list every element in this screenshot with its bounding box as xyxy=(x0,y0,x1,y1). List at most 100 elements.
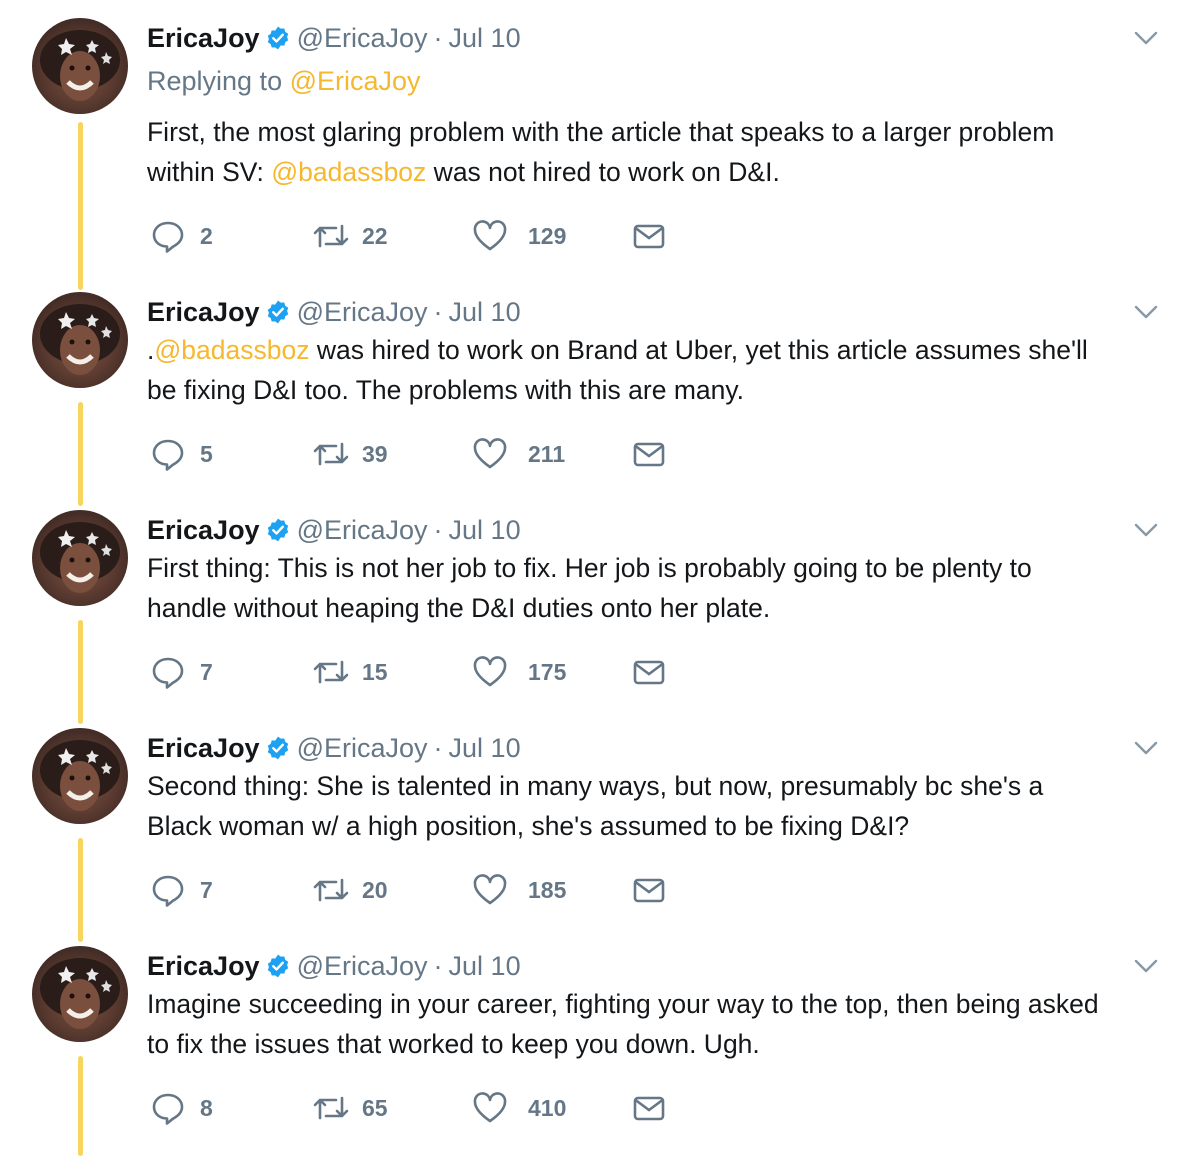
like-count: 410 xyxy=(528,1094,567,1121)
retweet-count: 15 xyxy=(362,658,388,685)
retweet-button[interactable]: 65 xyxy=(312,1088,388,1128)
tweet-header: EricaJoy @EricaJoy · Jul 10 xyxy=(147,946,521,986)
thread-connector-line xyxy=(78,122,83,290)
like-button[interactable]: 410 xyxy=(472,1088,566,1128)
reply-icon xyxy=(152,875,184,907)
verified-badge-icon xyxy=(267,736,288,760)
reply-button[interactable]: 7 xyxy=(150,870,213,910)
avatar-image xyxy=(40,30,120,101)
tweet-text: First thing: This is not her job to fix.… xyxy=(147,548,1177,628)
retweet-icon xyxy=(313,878,349,902)
tweet-header: EricaJoy @EricaJoy · Jul 10 xyxy=(147,18,521,58)
like-count: 211 xyxy=(528,440,566,467)
tweet-actions: 5 39 211 xyxy=(150,434,710,474)
avatar[interactable] xyxy=(32,728,128,824)
reply-count: 7 xyxy=(200,658,213,685)
tweet-actions: 2 22 129 xyxy=(150,216,710,256)
chevron-down-icon[interactable] xyxy=(1132,952,1160,980)
author-name[interactable]: EricaJoy xyxy=(147,515,260,546)
retweet-icon xyxy=(313,660,349,684)
tweet-text-line: .@badassboz was hired to work on Brand a… xyxy=(147,330,1177,370)
author-name[interactable]: EricaJoy xyxy=(147,297,260,328)
retweet-button[interactable]: 39 xyxy=(312,434,388,474)
chevron-down-icon[interactable] xyxy=(1132,24,1160,52)
like-button[interactable]: 175 xyxy=(472,652,566,692)
tweet-text-line: Imagine succeeding in your career, fight… xyxy=(147,989,1099,1019)
reply-button[interactable]: 2 xyxy=(150,216,213,256)
thread-connector-line xyxy=(78,620,83,724)
tweet-actions: 8 65 410 xyxy=(150,1088,710,1128)
author-name[interactable]: EricaJoy xyxy=(147,951,260,982)
tweet-thread: EricaJoy @EricaJoy · Jul 10 Replying to … xyxy=(0,0,1192,1156)
envelope-icon xyxy=(633,442,665,467)
thread-connector-line xyxy=(78,1056,83,1156)
envelope-icon xyxy=(633,224,665,249)
avatar[interactable] xyxy=(32,510,128,606)
retweet-button[interactable]: 15 xyxy=(312,652,388,692)
heart-icon xyxy=(473,874,507,905)
direct-message-button[interactable] xyxy=(632,652,666,692)
like-button[interactable]: 185 xyxy=(472,870,566,910)
reply-button[interactable]: 7 xyxy=(150,652,213,692)
author-handle[interactable]: @EricaJoy xyxy=(297,23,428,54)
replying-mention-link[interactable]: @EricaJoy xyxy=(290,66,421,96)
chevron-down-icon[interactable] xyxy=(1132,298,1160,326)
heart-icon xyxy=(473,1092,507,1123)
avatar[interactable] xyxy=(32,18,128,114)
retweet-button[interactable]: 22 xyxy=(312,216,388,256)
tweet-text: Second thing: She is talented in many wa… xyxy=(147,766,1177,846)
like-button[interactable]: 211 xyxy=(472,434,565,474)
mention-link[interactable]: @badassboz xyxy=(154,335,309,365)
avatar[interactable] xyxy=(32,946,128,1042)
tweet-header: EricaJoy @EricaJoy · Jul 10 xyxy=(147,292,521,332)
tweet-actions: 7 15 175 xyxy=(150,652,710,692)
author-name[interactable]: EricaJoy xyxy=(147,733,260,764)
envelope-icon xyxy=(633,660,665,685)
tweet-date[interactable]: Jul 10 xyxy=(449,733,521,764)
retweet-count: 65 xyxy=(362,1094,388,1121)
retweet-count: 22 xyxy=(362,222,388,249)
author-name[interactable]: EricaJoy xyxy=(147,23,260,54)
heart-icon xyxy=(473,656,507,687)
separator-dot: · xyxy=(433,22,443,53)
verified-badge-icon xyxy=(267,300,288,324)
tweet-date[interactable]: Jul 10 xyxy=(449,951,521,982)
verified-badge-icon xyxy=(267,954,288,978)
reply-count: 7 xyxy=(200,876,213,903)
reply-count: 8 xyxy=(200,1094,213,1121)
tweet-date[interactable]: Jul 10 xyxy=(449,23,521,54)
heart-icon xyxy=(473,438,507,469)
chevron-down-icon[interactable] xyxy=(1132,734,1160,762)
direct-message-button[interactable] xyxy=(632,1088,666,1128)
retweet-button[interactable]: 20 xyxy=(312,870,388,910)
separator-dot: · xyxy=(433,950,443,981)
reply-button[interactable]: 5 xyxy=(150,434,213,474)
author-handle[interactable]: @EricaJoy xyxy=(297,733,428,764)
tweet-header: EricaJoy @EricaJoy · Jul 10 xyxy=(147,510,521,550)
direct-message-button[interactable] xyxy=(632,870,666,910)
separator-dot: · xyxy=(433,514,443,545)
chevron-down-icon[interactable] xyxy=(1132,516,1160,544)
like-count: 185 xyxy=(528,876,567,903)
reply-button[interactable]: 8 xyxy=(150,1088,213,1128)
author-handle[interactable]: @EricaJoy xyxy=(297,951,428,982)
verified-badge-icon xyxy=(267,26,288,50)
direct-message-button[interactable] xyxy=(632,434,666,474)
like-count: 175 xyxy=(528,658,567,685)
author-handle[interactable]: @EricaJoy xyxy=(297,297,428,328)
reply-icon xyxy=(152,439,184,471)
heart-icon xyxy=(473,220,507,251)
tweet-date[interactable]: Jul 10 xyxy=(449,515,521,546)
tweet-date[interactable]: Jul 10 xyxy=(449,297,521,328)
retweet-icon xyxy=(313,1096,349,1120)
tweet-text-line: handle without heaping the D&I duties on… xyxy=(147,593,771,623)
author-handle[interactable]: @EricaJoy xyxy=(297,515,428,546)
tweet-text-line: First thing: This is not her job to fix.… xyxy=(147,553,1032,583)
avatar-image xyxy=(40,740,120,811)
mention-link[interactable]: @badassboz xyxy=(271,157,426,187)
like-button[interactable]: 129 xyxy=(472,216,566,256)
tweet-header: EricaJoy @EricaJoy · Jul 10 xyxy=(147,728,521,768)
avatar[interactable] xyxy=(32,292,128,388)
thread-connector-line xyxy=(78,402,83,506)
direct-message-button[interactable] xyxy=(632,216,666,256)
